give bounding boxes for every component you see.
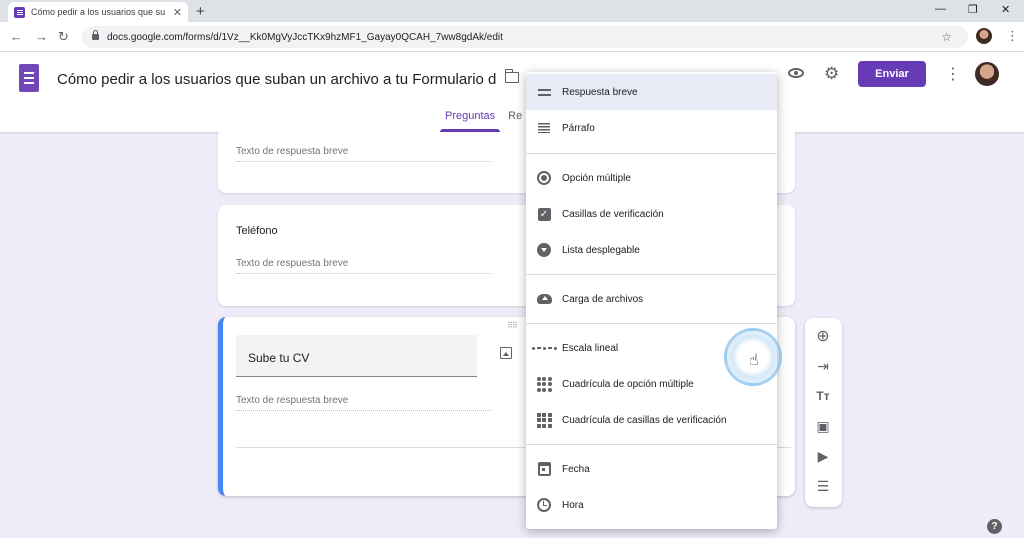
browser-profile-avatar[interactable] <box>976 28 992 44</box>
browser-toolbar: ← → ↻ docs.google.com/forms/d/1Vz__Kk0Mg… <box>0 22 1024 52</box>
browser-menu-icon[interactable]: ⋮ <box>1006 28 1019 44</box>
add-image-icon[interactable]: ▣ <box>815 418 831 434</box>
menu-item-paragraph[interactable]: Párrafo <box>526 110 777 146</box>
menu-divider <box>526 323 777 324</box>
menu-item-label: Cuadrícula de opción múltiple <box>562 378 694 390</box>
linear-scale-icon <box>531 340 557 356</box>
add-image-icon[interactable] <box>500 347 512 359</box>
user-avatar[interactable] <box>975 62 999 86</box>
menu-item-label: Respuesta breve <box>562 86 638 98</box>
browser-tabstrip: Cómo pedir a los usuarios que su ✕ + — ❐… <box>0 0 1024 22</box>
close-window-button[interactable]: ✕ <box>1001 3 1010 16</box>
add-video-icon[interactable]: ▶ <box>815 448 831 464</box>
menu-item-label: Párrafo <box>562 122 595 134</box>
new-tab-button[interactable]: + <box>196 3 205 20</box>
dropdown-icon <box>536 242 552 258</box>
form-title[interactable]: Cómo pedir a los usuarios que suban un a… <box>57 71 497 88</box>
tab-questions[interactable]: Preguntas <box>440 110 501 132</box>
address-bar[interactable]: docs.google.com/forms/d/1Vz__Kk0MgVyJccT… <box>82 26 968 48</box>
menu-item-label: Hora <box>562 499 584 511</box>
preview-eye-icon[interactable] <box>788 68 804 78</box>
restore-button[interactable]: ❐ <box>968 3 978 16</box>
forms-header: Cómo pedir a los usuarios que suban un a… <box>0 52 1024 132</box>
short-answer-placeholder: Texto de respuesta breve <box>236 258 492 274</box>
menu-item-label: Opción múltiple <box>562 172 631 184</box>
menu-item-file-upload[interactable]: Carga de archivos <box>526 281 777 317</box>
radio-icon <box>536 170 552 186</box>
menu-item-label: Escala lineal <box>562 342 619 354</box>
folder-icon[interactable] <box>505 69 519 83</box>
minimize-button[interactable]: — <box>935 3 946 15</box>
menu-item-label: Carga de archivos <box>562 293 644 305</box>
reload-icon[interactable]: ↻ <box>58 29 69 45</box>
menu-item-date[interactable]: Fecha <box>526 451 777 487</box>
add-question-icon[interactable]: ⊕ <box>815 328 831 345</box>
browser-tab[interactable]: Cómo pedir a los usuarios que su ✕ <box>8 2 188 22</box>
menu-item-label: Cuadrícula de casillas de verificación <box>562 414 727 426</box>
menu-item-time[interactable]: Hora <box>526 487 777 523</box>
menu-item-label: Lista desplegable <box>562 244 640 256</box>
checkbox-icon: ✓ <box>536 206 552 222</box>
hand-cursor-icon: ☝ <box>749 352 759 369</box>
menu-divider <box>526 444 777 445</box>
forward-icon[interactable]: → <box>35 29 48 44</box>
tab-close-icon[interactable]: ✕ <box>173 6 182 19</box>
help-icon[interactable]: ? <box>987 519 1002 534</box>
question-title: Teléfono <box>236 225 278 237</box>
clock-icon <box>536 497 552 513</box>
forms-favicon-icon <box>14 6 25 18</box>
side-toolbar: ⊕ ⇥ Tт ▣ ▶ ☰ <box>805 318 842 507</box>
add-title-icon[interactable]: Tт <box>815 388 831 404</box>
cloud-upload-icon <box>536 291 552 307</box>
forms-logo-icon[interactable] <box>19 64 39 92</box>
tab-title: Cómo pedir a los usuarios que su <box>31 7 166 17</box>
url-text: docs.google.com/forms/d/1Vz__Kk0MgVyJccT… <box>107 31 503 43</box>
send-button[interactable]: Enviar <box>858 61 926 87</box>
menu-divider <box>526 153 777 154</box>
short-answer-placeholder: Texto de respuesta breve <box>236 395 492 411</box>
question-title-input[interactable]: Sube tu CV <box>236 335 477 377</box>
lock-icon <box>92 30 99 40</box>
menu-item-label: Casillas de verificación <box>562 208 664 220</box>
add-section-icon[interactable]: ☰ <box>815 478 831 494</box>
menu-item-checkboxes[interactable]: ✓ Casillas de verificación <box>526 196 777 232</box>
radio-grid-icon <box>536 376 552 392</box>
form-tabs: Preguntas Re <box>440 110 522 132</box>
import-questions-icon[interactable]: ⇥ <box>815 358 831 374</box>
short-answer-icon <box>536 84 552 100</box>
menu-item-short-answer[interactable]: Respuesta breve <box>526 74 777 110</box>
calendar-icon <box>536 461 552 477</box>
drag-handle-icon[interactable]: ⠿⠿ <box>507 321 518 330</box>
tab-responses[interactable]: Re <box>508 110 522 132</box>
menu-divider <box>526 274 777 275</box>
menu-item-multiple-choice[interactable]: Opción múltiple <box>526 160 777 196</box>
settings-gear-icon[interactable]: ⚙ <box>824 64 839 84</box>
back-icon[interactable]: ← <box>10 29 23 44</box>
short-answer-placeholder: Texto de respuesta breve <box>236 146 492 162</box>
more-options-icon[interactable]: ⋮ <box>945 64 961 84</box>
menu-item-checkbox-grid[interactable]: Cuadrícula de casillas de verificación <box>526 402 777 438</box>
menu-item-label: Fecha <box>562 463 590 475</box>
question-type-menu: Respuesta breve Párrafo Opción múltiple … <box>526 72 777 529</box>
paragraph-icon <box>536 120 552 136</box>
bookmark-star-icon[interactable]: ☆ <box>941 30 952 44</box>
checkbox-grid-icon <box>536 412 552 428</box>
menu-item-dropdown[interactable]: Lista desplegable <box>526 232 777 268</box>
